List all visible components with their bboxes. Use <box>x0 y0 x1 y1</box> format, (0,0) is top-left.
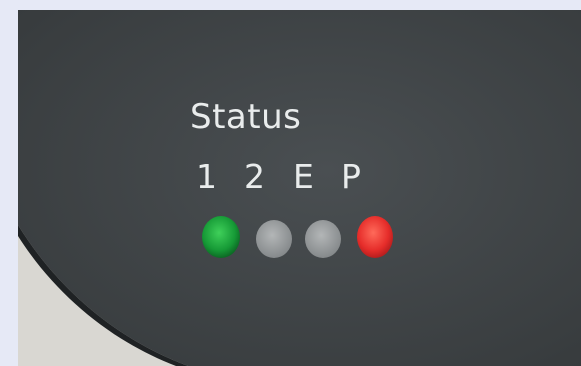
led-e <box>305 220 341 258</box>
status-label: Status <box>190 97 302 137</box>
led-1 <box>202 216 240 258</box>
image-frame: Status 1 2 E P <box>0 0 581 366</box>
channel-label-e: E <box>293 157 314 196</box>
led-p <box>357 216 393 258</box>
channel-label-2: 2 <box>244 157 265 196</box>
channel-label-p: P <box>341 157 361 196</box>
channel-label-1: 1 <box>196 157 217 196</box>
led-2 <box>256 220 292 258</box>
